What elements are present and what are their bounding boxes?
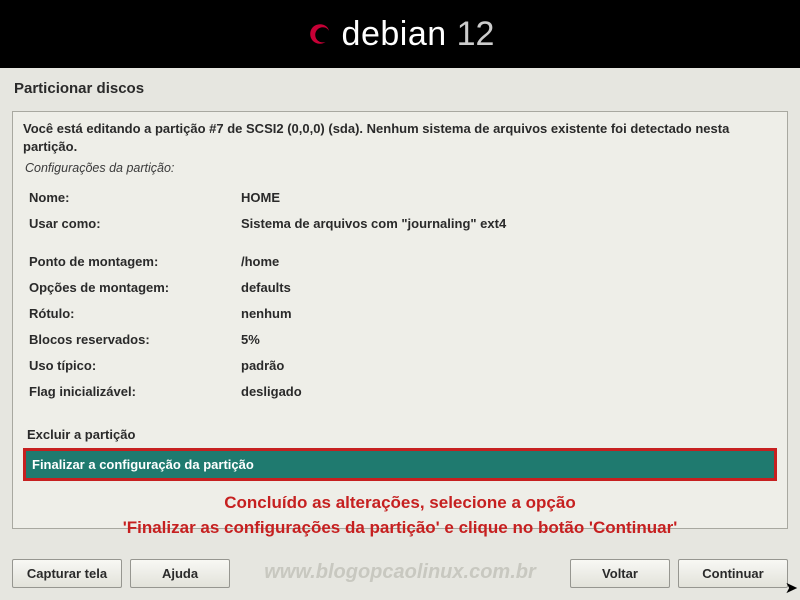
- prop-label: Nome:: [25, 185, 235, 209]
- table-row[interactable]: Rótulo: nenhum: [25, 301, 775, 325]
- annotation-highlight-box: Finalizar a configuração da partição: [23, 448, 777, 481]
- debian-swirl-icon: [306, 20, 334, 48]
- table-row[interactable]: Blocos reservados: 5%: [25, 327, 775, 351]
- table-row[interactable]: Nome: HOME: [25, 185, 775, 209]
- installer-header: debian 12: [0, 0, 800, 68]
- table-row[interactable]: Uso típico: padrão: [25, 353, 775, 377]
- footer-buttons: Capturar tela Ajuda Voltar Continuar: [12, 559, 788, 588]
- brand-version: 12: [457, 15, 495, 54]
- partition-properties: Nome: HOME Usar como: Sistema de arquivo…: [23, 183, 777, 405]
- annotation-line: Concluído as alterações, selecione a opç…: [29, 491, 771, 516]
- page-title: Particionar discos: [0, 68, 800, 103]
- table-row[interactable]: Opções de montagem: defaults: [25, 275, 775, 299]
- prop-value: 5%: [237, 327, 775, 351]
- tutorial-annotation: Concluído as alterações, selecione a opç…: [23, 491, 777, 540]
- partition-content: Você está editando a partição #7 de SCSI…: [12, 111, 788, 529]
- prop-value: desligado: [237, 379, 775, 403]
- prop-label: Opções de montagem:: [25, 275, 235, 299]
- back-button[interactable]: Voltar: [570, 559, 670, 588]
- prop-label: Usar como:: [25, 211, 235, 235]
- prop-value: HOME: [237, 185, 775, 209]
- brand-name: debian: [342, 15, 447, 54]
- prop-value: Sistema de arquivos com "journaling" ext…: [237, 211, 775, 235]
- prop-label: Ponto de montagem:: [25, 249, 235, 273]
- action-list: Excluir a partição Finalizar a configura…: [23, 423, 777, 481]
- table-row[interactable]: Usar como: Sistema de arquivos com "jour…: [25, 211, 775, 235]
- prop-value: padrão: [237, 353, 775, 377]
- prop-label: Uso típico:: [25, 353, 235, 377]
- annotation-line: 'Finalizar as configurações da partição'…: [29, 516, 771, 541]
- finish-partition-action[interactable]: Finalizar a configuração da partição: [26, 451, 774, 478]
- delete-partition-action[interactable]: Excluir a partição: [23, 423, 777, 446]
- continue-button[interactable]: Continuar: [678, 559, 788, 588]
- screenshot-button[interactable]: Capturar tela: [12, 559, 122, 588]
- help-button[interactable]: Ajuda: [130, 559, 230, 588]
- prop-value: /home: [237, 249, 775, 273]
- table-row[interactable]: Ponto de montagem: /home: [25, 249, 775, 273]
- prop-label: Blocos reservados:: [25, 327, 235, 351]
- prop-label: Flag inicializável:: [25, 379, 235, 403]
- prop-label: Rótulo:: [25, 301, 235, 325]
- table-row[interactable]: Flag inicializável: desligado: [25, 379, 775, 403]
- settings-subtitle: Configurações da partição:: [25, 161, 775, 175]
- intro-text: Você está editando a partição #7 de SCSI…: [23, 120, 777, 155]
- prop-value: defaults: [237, 275, 775, 299]
- prop-value: nenhum: [237, 301, 775, 325]
